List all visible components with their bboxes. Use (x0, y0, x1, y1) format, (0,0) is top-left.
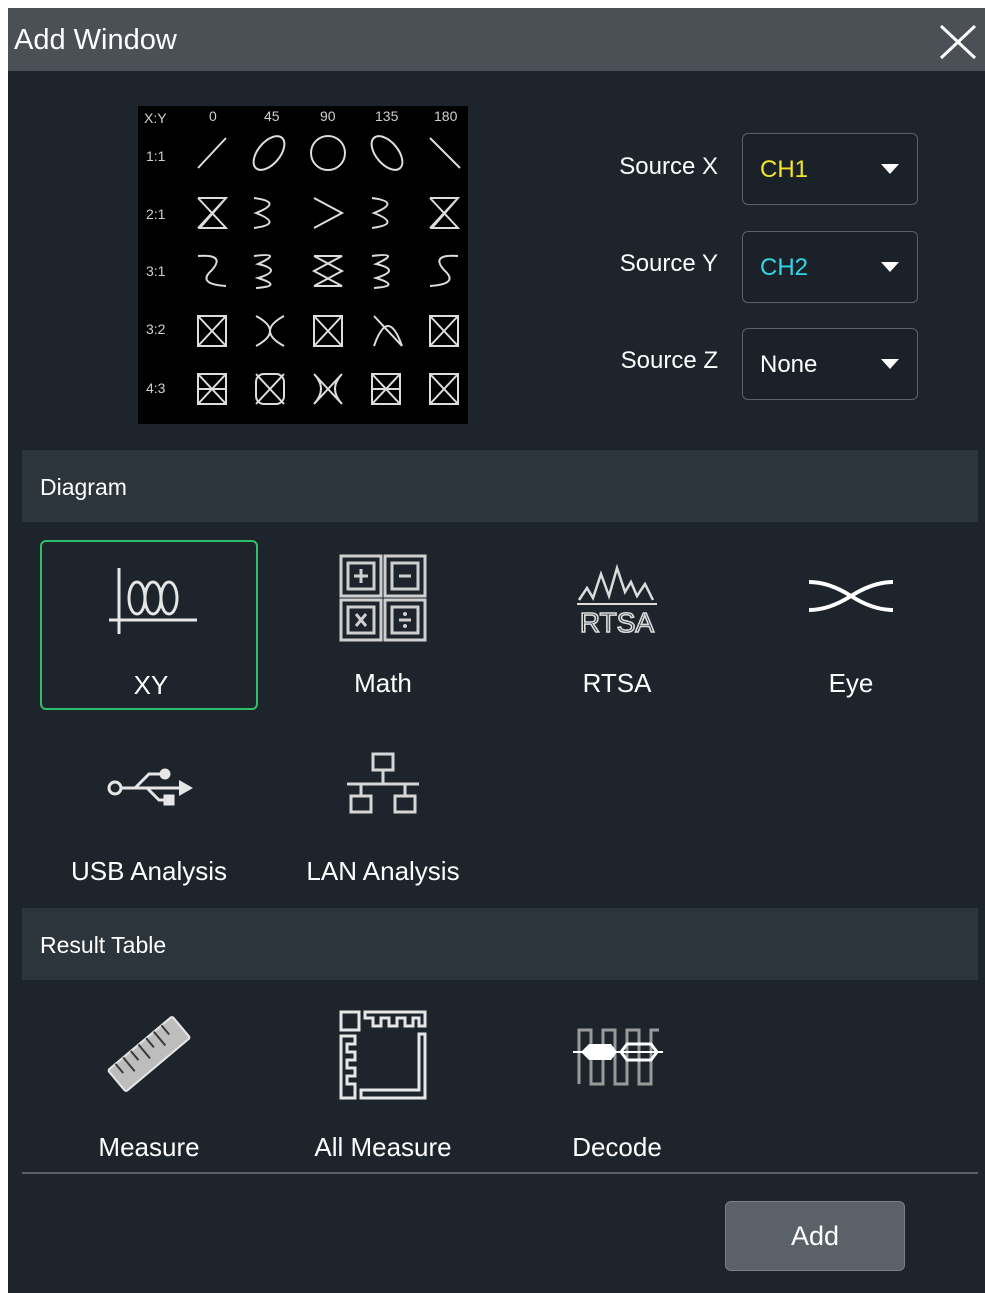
diagram-math-label: Math (354, 668, 412, 698)
preview-row-3-2: 3:2 (146, 321, 166, 337)
diagram-usb-analysis-button[interactable]: USB Analysis (40, 726, 258, 896)
preview-col-135: 135 (375, 108, 399, 124)
source-x-dropdown[interactable]: CH1 (742, 133, 918, 205)
preview-row-1-1: 1:1 (146, 148, 166, 164)
dialog-title-bar: Add Window (8, 8, 985, 71)
diagram-math-button[interactable]: Math (274, 540, 492, 710)
result-all-measure-button[interactable]: All Measure (274, 1000, 492, 1170)
lissajous-preview: X:Y 0 45 90 135 180 1:1 2:1 3:1 3:2 4:3 (138, 106, 468, 424)
source-y-label: Source Y (619, 250, 718, 277)
preview-row-3-1: 3:1 (146, 263, 166, 279)
preview-row-2-1: 2:1 (146, 206, 166, 222)
diagram-lan-analysis-button[interactable]: LAN Analysis (274, 726, 492, 896)
diagram-xy-label: XY (133, 670, 169, 700)
source-z-dropdown[interactable]: None (742, 328, 918, 400)
result-all-measure-label: All Measure (314, 1132, 452, 1162)
eye-diagram-icon (808, 580, 894, 612)
preview-col-0: 0 (209, 108, 217, 124)
rtsa-icon: RTSA (577, 563, 657, 639)
source-x-label: Source X (619, 153, 718, 180)
result-decode-label: Decode (572, 1132, 662, 1162)
decode-icon (573, 1028, 663, 1086)
preview-corner-label: X:Y (144, 110, 167, 126)
result-table-section-title: Result Table (40, 932, 167, 958)
preview-row-4-3: 4:3 (146, 380, 166, 396)
source-z-label: Source Z (620, 347, 718, 374)
xy-icon (109, 568, 197, 634)
result-decode-button[interactable]: Decode (508, 1000, 726, 1170)
add-button[interactable]: Add (725, 1201, 905, 1271)
diagram-usb-analysis-label: USB Analysis (70, 856, 228, 886)
diagram-eye-label: Eye (828, 668, 874, 698)
diagram-section-title: Diagram (40, 474, 127, 500)
close-button[interactable] (938, 24, 978, 60)
source-y-value: CH2 (760, 254, 809, 281)
usb-icon (107, 768, 193, 806)
diagram-section-header: Diagram (22, 450, 978, 522)
footer-divider (22, 1172, 978, 1174)
add-window-dialog: Add Window X:Y 0 45 90 135 180 1:1 2:1 3… (8, 8, 985, 1293)
chevron-down-icon (881, 262, 899, 272)
ruler-icon (107, 1016, 191, 1092)
close-icon (939, 24, 977, 60)
chevron-down-icon (881, 359, 899, 369)
math-icon (339, 554, 427, 642)
diagram-xy-button[interactable]: XY (40, 540, 258, 710)
source-x-value: CH1 (760, 156, 809, 183)
preview-col-45: 45 (264, 108, 280, 124)
result-measure-button[interactable]: Measure (40, 1000, 258, 1170)
all-measure-icon (339, 1010, 427, 1100)
dialog-title: Add Window (14, 24, 177, 56)
source-z-value: None (760, 351, 818, 378)
lissajous-figures-icon (197, 135, 461, 405)
preview-col-90: 90 (320, 108, 336, 124)
diagram-rtsa-button[interactable]: RTSA RTSA (508, 540, 726, 710)
result-table-section-header: Result Table (22, 908, 978, 980)
diagram-lan-analysis-label: LAN Analysis (306, 856, 460, 886)
lan-icon (347, 752, 419, 814)
diagram-eye-button[interactable]: Eye (742, 540, 960, 710)
svg-text:RTSA: RTSA (580, 607, 654, 638)
preview-col-180: 180 (434, 108, 458, 124)
source-y-dropdown[interactable]: CH2 (742, 231, 918, 303)
chevron-down-icon (881, 164, 899, 174)
diagram-rtsa-label: RTSA (582, 668, 652, 698)
result-measure-label: Measure (98, 1132, 200, 1162)
